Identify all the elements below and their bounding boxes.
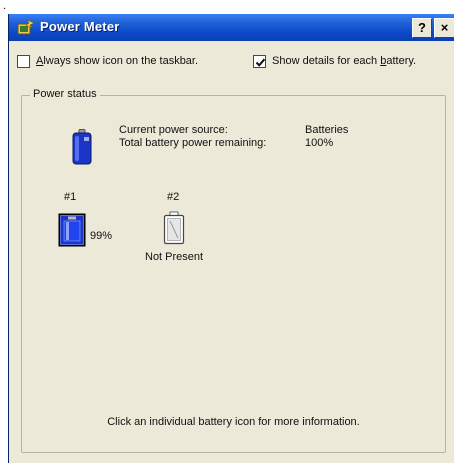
battery-1-percent: 99% [90, 230, 113, 242]
always-show-icon-option[interactable]: Always show icon on the taskbar. [17, 53, 198, 69]
remaining-label: Total battery power remaining: [119, 137, 267, 149]
check-mark-icon [255, 58, 266, 67]
power-meter-window: Power Meter ? × Always show icon on the … [8, 14, 454, 463]
battery-empty-icon[interactable] [163, 211, 185, 245]
always-show-icon-checkbox[interactable] [17, 54, 30, 68]
show-details-checkbox[interactable] [253, 54, 266, 68]
show-details-option[interactable]: Show details for each battery. [253, 53, 416, 69]
always-show-icon-label: Always show icon on the taskbar. [36, 55, 199, 67]
power-meter-icon [17, 19, 35, 35]
corner-mark: . [3, 0, 7, 12]
close-button[interactable]: × [434, 18, 454, 38]
power-status-group: Power status Current power source: Total… [21, 88, 446, 453]
show-details-label: Show details for each battery. [272, 55, 417, 67]
battery-full-icon[interactable] [58, 213, 86, 247]
battery-2-status: Not Present [145, 251, 204, 263]
title-bar: Power Meter ? × [9, 14, 454, 41]
battery-icon [72, 129, 92, 165]
current-source-value: Batteries [305, 124, 349, 136]
remaining-value: 100% [305, 137, 334, 149]
window-title: Power Meter [40, 19, 120, 34]
power-status-legend: Power status [30, 88, 100, 100]
current-source-label: Current power source: [119, 124, 228, 136]
battery-1-number: #1 [64, 191, 77, 203]
battery-2-number: #2 [167, 191, 180, 203]
battery-hint-text: Click an individual battery icon for mor… [107, 416, 360, 428]
help-button[interactable]: ? [412, 18, 432, 38]
